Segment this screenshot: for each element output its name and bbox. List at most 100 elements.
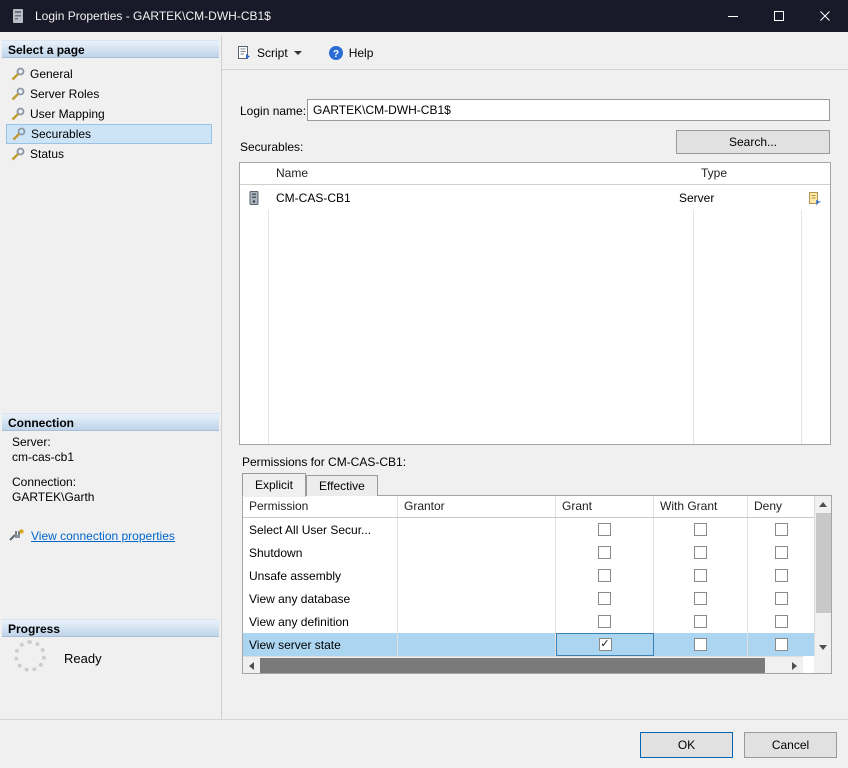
with-grant-checkbox[interactable] xyxy=(694,546,707,559)
with-grant-checkbox[interactable] xyxy=(694,592,707,605)
permission-cell: Shutdown xyxy=(243,541,398,564)
grant-checkbox[interactable] xyxy=(598,523,611,536)
table-row[interactable]: View any definition xyxy=(243,610,814,633)
with-grant-checkbox-cell xyxy=(654,633,748,656)
deny-checkbox[interactable] xyxy=(775,615,788,628)
help-button[interactable]: ? Help xyxy=(322,41,380,65)
column-header-deny: Deny xyxy=(748,496,814,517)
login-name-input[interactable] xyxy=(307,99,830,121)
toolbar-divider xyxy=(222,69,848,70)
deny-checkbox-cell xyxy=(748,610,814,633)
permission-cell: Select All User Secur... xyxy=(243,518,398,541)
with-grant-checkbox[interactable] xyxy=(694,615,707,628)
server-icon xyxy=(246,190,262,206)
permissions-label: Permissions for CM-CAS-CB1: xyxy=(242,455,406,469)
with-grant-checkbox-cell xyxy=(654,541,748,564)
grantor-cell xyxy=(398,610,556,633)
scroll-down-button[interactable] xyxy=(814,639,831,656)
script-button[interactable]: Script xyxy=(230,41,308,65)
scroll-right-icon xyxy=(792,662,797,670)
deny-checkbox-cell xyxy=(748,587,814,610)
table-row[interactable]: Select All User Secur... xyxy=(243,518,814,541)
table-row[interactable]: CM-CAS-CB1Server xyxy=(240,185,830,210)
ok-button[interactable]: OK xyxy=(640,732,733,758)
connection-header: Connection xyxy=(2,413,219,431)
sidebar-item-general[interactable]: General xyxy=(6,64,212,84)
window-controls xyxy=(710,0,848,32)
server-label: Server: xyxy=(12,435,51,449)
minimize-icon xyxy=(728,16,738,17)
deny-checkbox[interactable] xyxy=(775,569,788,582)
grant-checkbox[interactable] xyxy=(598,546,611,559)
help-icon: ? xyxy=(328,45,344,61)
view-connection-properties-link[interactable]: View connection properties xyxy=(31,529,175,543)
row-action[interactable] xyxy=(800,190,830,206)
scroll-up-button[interactable] xyxy=(814,496,831,513)
permissions-tabs: ExplicitEffective xyxy=(242,472,378,496)
svg-text:?: ? xyxy=(333,49,339,60)
scroll-right-button[interactable] xyxy=(786,657,803,674)
with-grant-checkbox[interactable] xyxy=(694,638,707,651)
window-title: Login Properties - GARTEK\CM-DWH-CB1$ xyxy=(35,9,271,23)
scroll-left-button[interactable] xyxy=(243,657,260,674)
sidebar-item-user-mapping[interactable]: User Mapping xyxy=(6,104,212,124)
effective-permissions-icon xyxy=(807,190,823,206)
sidebar-item-securables[interactable]: Securables xyxy=(6,124,212,144)
script-dropdown-icon[interactable] xyxy=(294,51,302,55)
minimize-button[interactable] xyxy=(710,0,756,32)
tab-effective[interactable]: Effective xyxy=(306,475,378,496)
scrollbar-corner xyxy=(814,656,831,673)
vertical-scrollbar[interactable] xyxy=(814,496,831,656)
wrench-icon xyxy=(10,107,25,122)
grant-checkbox[interactable] xyxy=(598,569,611,582)
table-row[interactable]: Shutdown xyxy=(243,541,814,564)
tab-explicit[interactable]: Explicit xyxy=(242,473,306,497)
scroll-left-icon xyxy=(249,662,254,670)
grant-checkbox[interactable] xyxy=(598,592,611,605)
sidebar-item-status[interactable]: Status xyxy=(6,144,212,164)
deny-checkbox[interactable] xyxy=(775,592,788,605)
with-grant-checkbox[interactable] xyxy=(694,569,707,582)
sidebar-content-divider xyxy=(221,36,222,719)
securables-header: Name Type xyxy=(240,163,830,185)
horizontal-scrollbar[interactable] xyxy=(243,656,803,673)
name-column-header: Name xyxy=(268,163,693,184)
table-row[interactable]: View server state xyxy=(243,633,814,656)
deny-checkbox[interactable] xyxy=(775,523,788,536)
close-button[interactable] xyxy=(802,0,848,32)
grant-checkbox-cell xyxy=(556,633,654,656)
column-header-with-grant: With Grant xyxy=(654,496,748,517)
progress-status: Ready xyxy=(64,651,102,666)
grantor-cell xyxy=(398,633,556,656)
select-a-page-header: Select a page xyxy=(2,40,219,58)
search-button[interactable]: Search... xyxy=(676,130,830,154)
grantor-cell xyxy=(398,541,556,564)
vertical-scroll-thumb[interactable] xyxy=(816,513,831,613)
with-grant-checkbox-cell xyxy=(654,518,748,541)
deny-checkbox[interactable] xyxy=(775,638,788,651)
grant-checkbox-cell xyxy=(556,541,654,564)
securables-label: Securables: xyxy=(240,140,303,154)
with-grant-checkbox[interactable] xyxy=(694,523,707,536)
grantor-cell xyxy=(398,587,556,610)
sidebar-item-server-roles[interactable]: Server Roles xyxy=(6,84,212,104)
deny-checkbox-cell xyxy=(748,518,814,541)
grant-checkbox[interactable] xyxy=(599,638,612,651)
securable-name-cell: CM-CAS-CB1 xyxy=(268,191,671,205)
sidebar-item-label: Status xyxy=(30,147,64,161)
deny-checkbox[interactable] xyxy=(775,546,788,559)
deny-checkbox-cell xyxy=(748,633,814,656)
sidebar: Select a page General Server Roles User Ma… xyxy=(2,40,219,719)
sidebar-item-label: Server Roles xyxy=(30,87,99,101)
cancel-button[interactable]: Cancel xyxy=(744,732,837,758)
securables-grid: Name Type CM-CAS-CB1Server xyxy=(239,162,831,445)
view-connection-properties[interactable]: View connection properties xyxy=(8,528,175,543)
script-label: Script xyxy=(257,46,288,60)
icon-column-header xyxy=(240,163,268,184)
grant-checkbox-cell xyxy=(556,610,654,633)
grant-checkbox[interactable] xyxy=(598,615,611,628)
table-row[interactable]: View any database xyxy=(243,587,814,610)
maximize-button[interactable] xyxy=(756,0,802,32)
horizontal-scroll-thumb[interactable] xyxy=(260,658,765,673)
table-row[interactable]: Unsafe assembly xyxy=(243,564,814,587)
